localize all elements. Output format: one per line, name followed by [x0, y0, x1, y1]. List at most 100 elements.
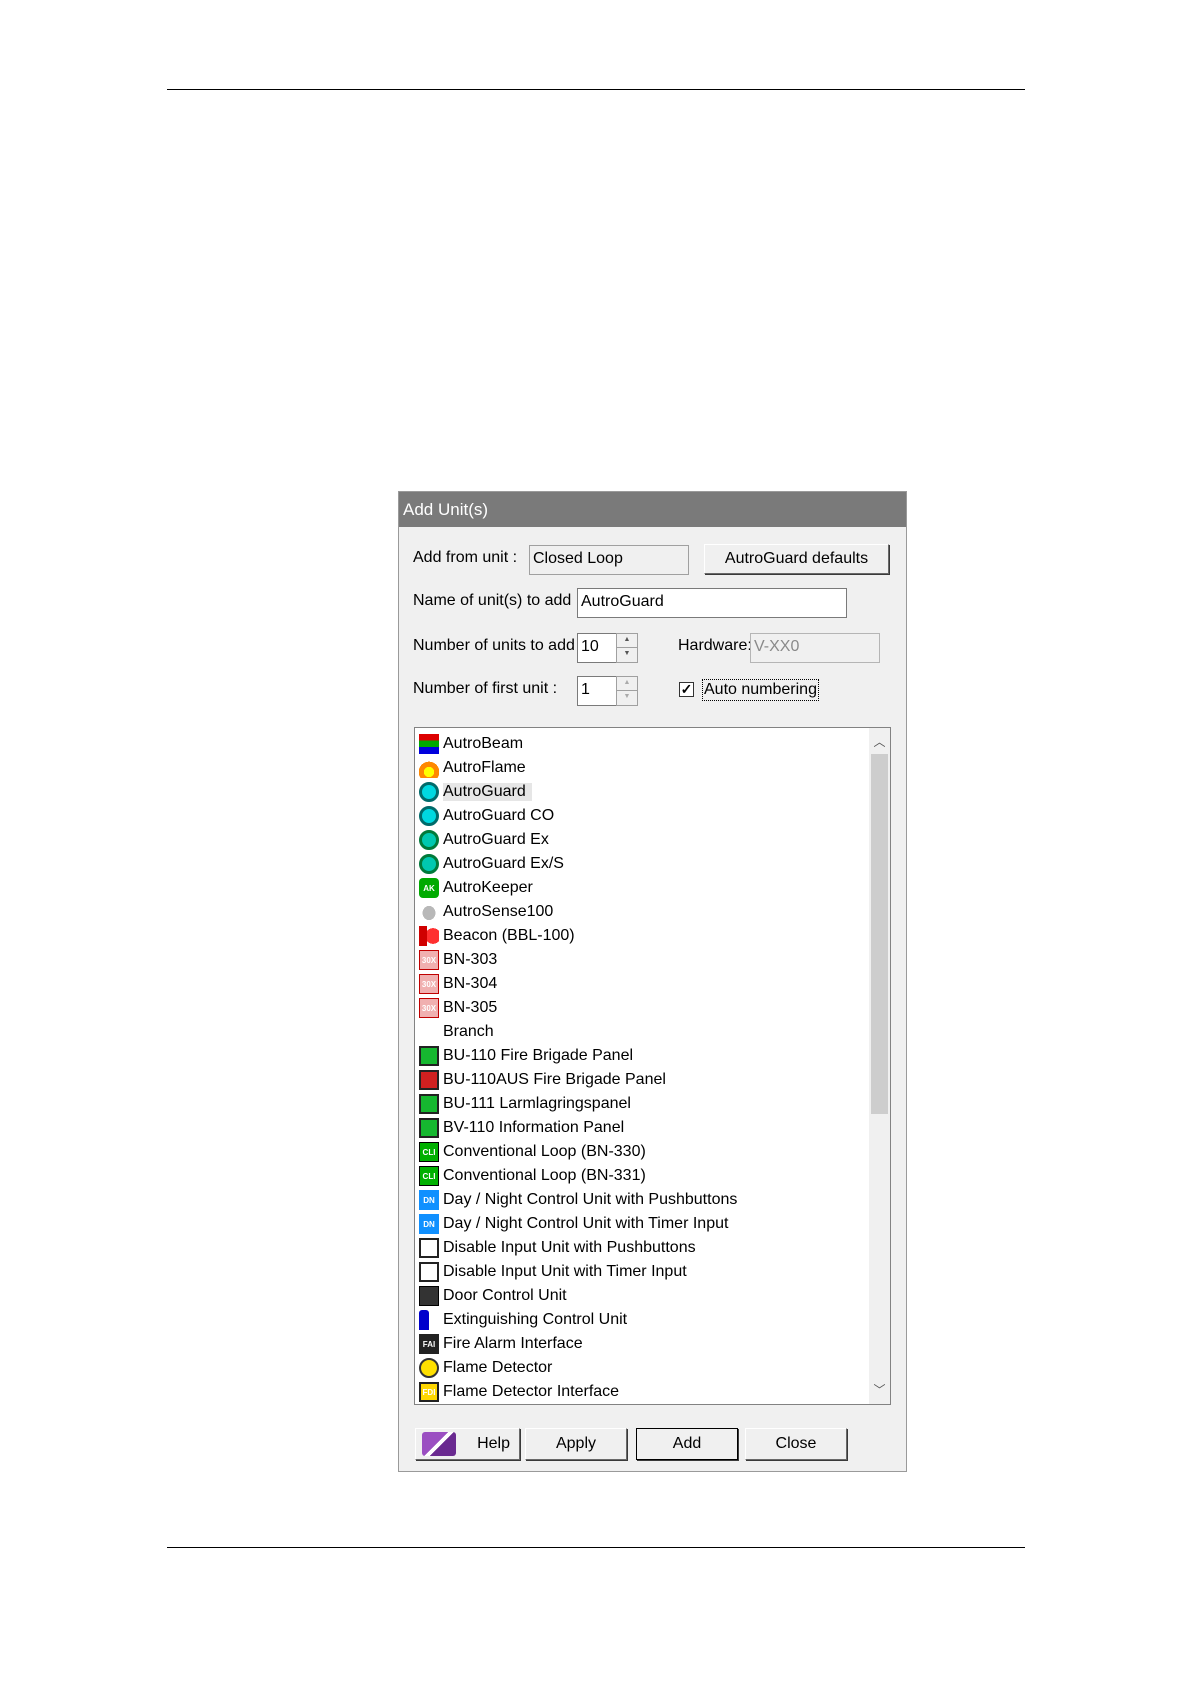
stepper-down-icon: ▼ [623, 693, 631, 700]
panel-icon [419, 1118, 439, 1138]
list-item-label: Flame Detector [443, 1359, 553, 1376]
list-item-label: Extinguishing Control Unit [443, 1311, 628, 1328]
list-item-label: AutroGuard CO [443, 807, 555, 824]
list-item-label: Fire Alarm Interface [443, 1335, 583, 1352]
first-unit-stepper: ▲ ▼ [616, 676, 638, 706]
list-item-label: Door Control Unit [443, 1287, 567, 1304]
flame-icon [419, 758, 439, 778]
list-item[interactable]: ⤴ Branch [419, 1020, 494, 1044]
list-item[interactable]: Disable Input Unit with Timer Input [419, 1260, 687, 1284]
help-button-label: Help [477, 1435, 510, 1452]
add-from-field: Closed Loop [529, 545, 689, 575]
close-button[interactable]: Close [745, 1428, 847, 1460]
list-item[interactable]: 30X BN-305 [419, 996, 497, 1020]
list-item[interactable]: BV-110 Information Panel [419, 1116, 624, 1140]
name-label: Name of unit(s) to add : [413, 592, 581, 609]
stepper-up-icon: ▲ [617, 677, 637, 691]
list-item-label: Conventional Loop (BN-331) [443, 1167, 646, 1184]
cli-icon: CLI [419, 1166, 439, 1186]
list-item-label: BU-110AUS Fire Brigade Panel [443, 1071, 666, 1088]
list-item[interactable]: 30X BN-303 [419, 948, 497, 972]
list-item-label: Disable Input Unit with Pushbuttons [443, 1239, 696, 1256]
autroguard-defaults-button[interactable]: AutroGuard defaults [704, 544, 889, 574]
add-units-dialog: Add Unit(s) Add from unit : Closed Loop … [398, 491, 907, 1472]
list-item-label: Day / Night Control Unit with Timer Inpu… [443, 1215, 729, 1232]
list-item[interactable]: AutroGuard CO [419, 804, 554, 828]
scrollbar-thumb[interactable] [871, 754, 888, 1114]
apply-button[interactable]: Apply [525, 1428, 627, 1460]
list-item[interactable]: AutroGuard Ex [419, 828, 549, 852]
list-item[interactable]: BU-110AUS Fire Brigade Panel [419, 1068, 666, 1092]
scroll-down-icon[interactable]: ﹀ [869, 1380, 890, 1400]
autroguard-co-icon [419, 806, 439, 826]
list-item[interactable]: Disable Input Unit with Pushbuttons [419, 1236, 696, 1260]
list-item-label: BN-303 [443, 951, 498, 968]
list-item-label: AutroGuard Ex/S [443, 855, 564, 872]
flame-detector-icon [419, 1358, 439, 1378]
list-item[interactable]: AutroGuard [419, 780, 532, 804]
name-input[interactable]: AutroGuard [577, 588, 847, 618]
list-item[interactable]: CLI Conventional Loop (BN-331) [419, 1164, 646, 1188]
list-item-label: BU-110 Fire Brigade Panel [443, 1047, 634, 1064]
autroguard-ex-icon [419, 830, 439, 850]
list-item[interactable]: 30X BN-304 [419, 972, 497, 996]
list-item[interactable]: Door Control Unit [419, 1284, 567, 1308]
list-item[interactable]: BU-111 Larmlagringspanel [419, 1092, 631, 1116]
list-item[interactable]: FDI Flame Detector Interface [419, 1380, 619, 1404]
list-item[interactable]: AutroFlame [419, 756, 526, 780]
fai-icon: FAI [419, 1334, 439, 1354]
list-scrollbar[interactable]: ︿ ﹀ [869, 728, 890, 1404]
list-item-label: BN-304 [443, 975, 498, 992]
hardware-label: Hardware: [678, 637, 752, 654]
bn-icon: 30X [419, 998, 439, 1018]
list-item[interactable]: BU-110 Fire Brigade Panel [419, 1044, 633, 1068]
footer-rule [167, 1547, 1025, 1548]
help-book-icon [422, 1432, 456, 1456]
list-item[interactable]: General Activation Push Button [419, 1404, 664, 1405]
day-night-icon: DN [419, 1190, 439, 1210]
list-item[interactable]: DN Day / Night Control Unit with Timer In… [419, 1212, 728, 1236]
count-stepper[interactable]: ▲ ▼ [616, 633, 638, 663]
list-item[interactable]: AutroGuard Ex/S [419, 852, 564, 876]
list-item-label: BN-305 [443, 999, 498, 1016]
bn-icon: 30X [419, 974, 439, 994]
list-item-label: Flame Detector Interface [443, 1383, 620, 1400]
dialog-title: Add Unit(s) [399, 492, 906, 527]
stepper-down-icon[interactable]: ▼ [617, 648, 637, 662]
first-unit-input[interactable]: 1 [577, 676, 617, 706]
list-item-label: BV-110 Information Panel [443, 1119, 625, 1136]
list-item[interactable]: Flame Detector [419, 1356, 552, 1380]
scroll-up-icon[interactable]: ︿ [869, 732, 890, 752]
beam-icon [419, 734, 439, 754]
list-item-label: Conventional Loop (BN-330) [443, 1143, 646, 1160]
list-item[interactable]: CLI Conventional Loop (BN-330) [419, 1140, 646, 1164]
list-item[interactable]: DN Day / Night Control Unit with Pushbutt… [419, 1188, 737, 1212]
count-input[interactable]: 10 [577, 633, 617, 663]
list-item[interactable]: AutroBeam [419, 732, 523, 756]
disable-input-icon [419, 1238, 439, 1258]
auto-numbering-label[interactable]: Auto numbering [702, 679, 819, 701]
panel-red-icon [419, 1070, 439, 1090]
list-item-label: AutroSense100 [443, 903, 554, 920]
extinguisher-icon [419, 1310, 429, 1330]
list-item[interactable]: AutroSense100 [419, 900, 553, 924]
list-item-label: AutroGuard [443, 783, 532, 801]
list-item-label: AutroBeam [443, 735, 524, 752]
unit-type-list[interactable]: AutroBeam AutroFlame AutroGuard AutroGuard … [414, 727, 891, 1405]
list-item[interactable]: FAI Fire Alarm Interface [419, 1332, 583, 1356]
header-rule [167, 89, 1025, 90]
beacon-icon [419, 926, 439, 946]
cli-icon: CLI [419, 1142, 439, 1162]
autroguard-icon [419, 782, 439, 802]
day-night-icon: DN [419, 1214, 439, 1234]
add-button[interactable]: Add [636, 1428, 738, 1460]
list-item[interactable]: AK AutroKeeper [419, 876, 533, 900]
help-button[interactable]: Help [415, 1428, 520, 1460]
list-item[interactable]: Beacon (BBL-100) [419, 924, 575, 948]
list-item-label: AutroFlame [443, 759, 526, 776]
list-item[interactable]: Extinguishing Control Unit [419, 1308, 627, 1332]
auto-numbering-checkbox[interactable]: ✓ [679, 682, 694, 697]
disable-input-icon [419, 1262, 439, 1282]
list-item-label: Disable Input Unit with Timer Input [443, 1263, 687, 1280]
stepper-up-icon[interactable]: ▲ [617, 634, 637, 648]
